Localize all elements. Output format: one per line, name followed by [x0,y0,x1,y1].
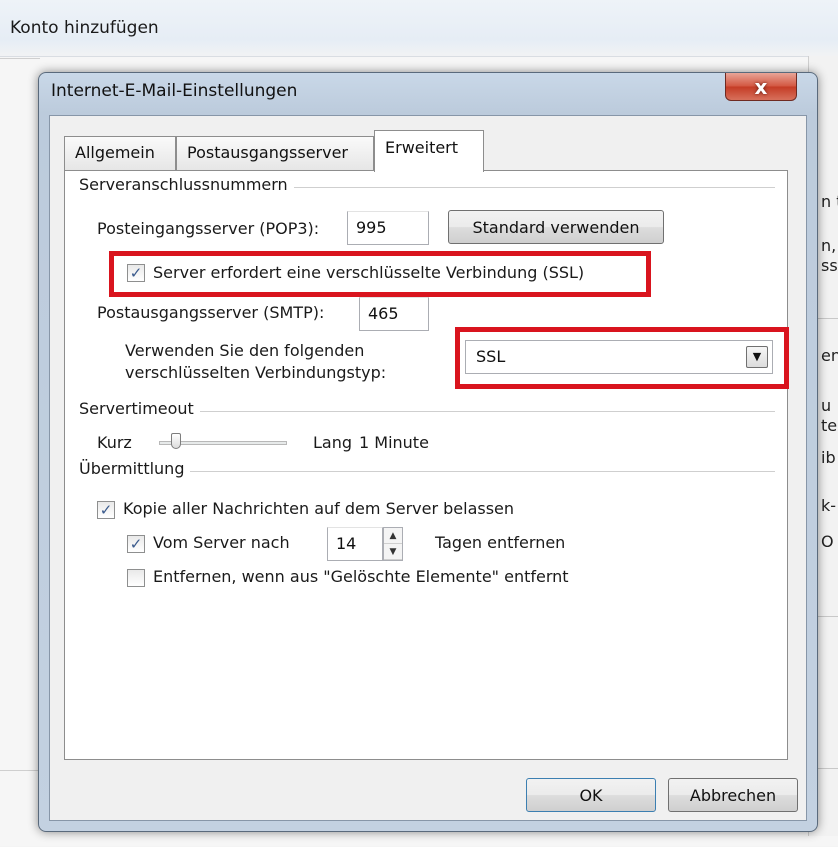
background-text-fragment: te [821,416,838,435]
internet-email-settings-dialog: Internet-E-Mail-Einstellungen x Allgemei… [38,72,818,832]
encryption-type-label-line2: verschlüsselten Verbindungstyp: [125,363,387,382]
tab-erweitert[interactable]: Erweitert [374,130,484,172]
pop3-label: Posteingangsserver (POP3): [97,219,320,238]
remove-after-label: Vom Server nach [153,533,290,552]
background-text-fragment: ss [821,256,838,275]
tab-panel-erweitert: Serveranschlussnummern Posteingangsserve… [64,170,789,760]
tab-allgemein[interactable]: Allgemein [64,136,176,170]
smtp-port-field[interactable]: 465 [359,297,429,331]
days-field[interactable]: 14 [327,527,383,561]
background-text-fragment: u [821,396,832,415]
ssl-required-label: Server erfordert eine verschlüsselte Ver… [153,263,585,282]
ssl-required-checkbox[interactable]: ✓ [127,264,145,282]
background-text-fragment: n, [821,236,837,255]
spin-down-icon[interactable]: ▼ [384,544,402,560]
remove-deleted-checkbox[interactable] [127,569,145,587]
keep-copy-checkbox[interactable]: ✓ [97,501,115,519]
timeout-long-label: Lang [313,433,353,452]
cancel-button[interactable]: Abbrechen [668,778,798,812]
chevron-down-icon[interactable]: ▼ [746,346,768,368]
encryption-type-select[interactable]: SSL ▼ [465,340,773,374]
background-text-fragment: n t [821,192,838,211]
background-text-fragment: en [821,346,838,365]
close-icon: x [754,74,768,99]
background-window-title: Konto hinzufügen [10,18,159,38]
close-button[interactable]: x [725,73,797,101]
divider [0,770,40,771]
timeout-value: 1 Minute [359,433,429,452]
background-text-fragment: ib [821,448,836,467]
remove-after-checkbox[interactable]: ✓ [127,535,145,553]
tab-postausgangsserver[interactable]: Postausgangsserver [176,136,374,170]
days-spinner[interactable]: ▲ ▼ [383,527,403,561]
dialog-client-area: Allgemein Postausgangsserver Erweitert S… [49,115,807,821]
group-title-delivery: Übermittlung [79,459,191,478]
spin-up-icon[interactable]: ▲ [384,528,402,544]
group-title-server-ports: Serveranschlussnummern [79,175,294,194]
remove-deleted-label: Entfernen, wenn aus "Gelöschte Elemente"… [153,567,569,586]
keep-copy-label: Kopie aller Nachrichten auf dem Server b… [123,499,515,518]
timeout-slider-thumb[interactable] [170,433,181,449]
divider [0,58,40,59]
timeout-short-label: Kurz [97,433,132,452]
encryption-type-value: SSL [476,347,506,366]
days-suffix-label: Tagen entfernen [435,533,566,552]
ok-button[interactable]: OK [526,778,656,812]
encryption-type-label-line1: Verwenden Sie den folgenden [125,341,365,360]
smtp-label: Postausgangsserver (SMTP): [97,303,325,322]
pop3-port-field[interactable]: 995 [347,211,429,245]
dialog-title: Internet-E-Mail-Einstellungen [51,81,298,101]
group-title-server-timeout: Servertimeout [79,399,200,418]
background-text-fragment: O [821,532,834,551]
background-text-fragment: k- [821,496,837,515]
use-default-button[interactable]: Standard verwenden [448,210,664,244]
